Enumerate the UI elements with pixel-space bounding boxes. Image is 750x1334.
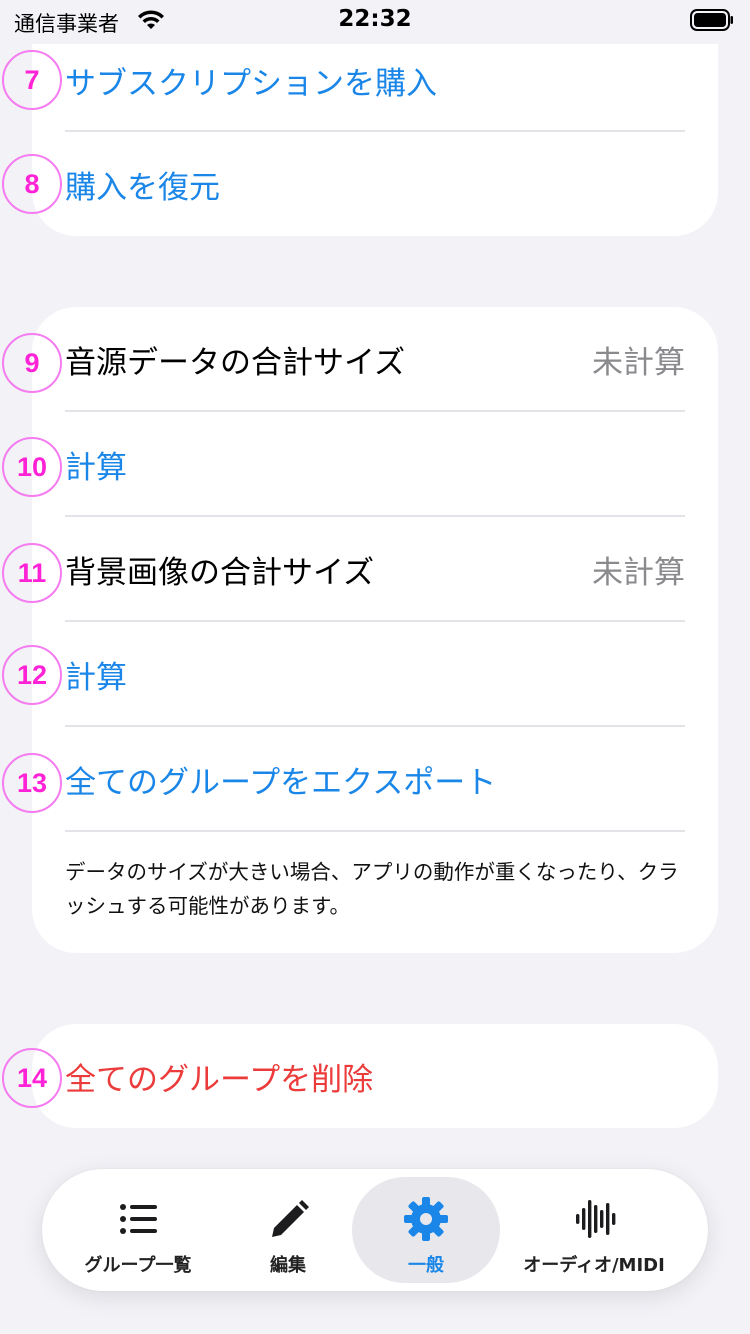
- annotation-badge: 13: [2, 753, 62, 813]
- tab-bar: グループ一覧 編集 一般 オーディオ/MIDI: [42, 1169, 708, 1291]
- background-image-size-value: 未計算: [592, 554, 685, 591]
- purchase-subscription-label: サブスクリプションを購入: [65, 65, 437, 102]
- delete-section: 全てのグループを削除: [32, 1024, 718, 1128]
- data-size-section: 音源データの合計サイズ 未計算 計算 背景画像の合計サイズ 未計算 計算 全ての…: [32, 307, 718, 953]
- waveform-icon: [576, 1200, 616, 1238]
- annotation-badge: 14: [2, 1048, 62, 1108]
- calculate-background-row[interactable]: 計算: [65, 622, 685, 726]
- data-size-note: データのサイズが大きい場合、アプリの動作が重くなったり、クラッシュする可能性があ…: [65, 860, 679, 918]
- tab-general[interactable]: 一般: [352, 1177, 500, 1283]
- export-all-groups-label: 全てのグループをエクスポート: [65, 764, 497, 801]
- audio-data-size-value: 未計算: [592, 344, 685, 381]
- restore-purchase-label: 購入を復元: [65, 169, 220, 206]
- list-icon: [120, 1204, 157, 1234]
- status-time: 22:32: [338, 6, 412, 32]
- annotation-badge: 7: [2, 50, 62, 110]
- battery-icon: [690, 9, 733, 31]
- background-image-size-row: 背景画像の合計サイズ 未計算: [65, 517, 685, 621]
- export-all-groups-row[interactable]: 全てのグループをエクスポート: [65, 727, 685, 831]
- divider: [65, 830, 685, 832]
- annotation-badge: 10: [2, 437, 62, 497]
- delete-all-groups-row[interactable]: 全てのグループを削除: [65, 1024, 685, 1128]
- calculate-audio-label: 計算: [65, 449, 127, 486]
- restore-purchase-row[interactable]: 購入を復元: [65, 132, 685, 236]
- audio-data-size-row: 音源データの合計サイズ 未計算: [65, 307, 685, 411]
- status-bar: 通信事業者 22:32: [0, 0, 750, 44]
- calculate-audio-row[interactable]: 計算: [65, 412, 685, 516]
- delete-all-groups-label: 全てのグループを削除: [65, 1061, 374, 1098]
- audio-data-size-label: 音源データの合計サイズ: [65, 344, 406, 381]
- tab-group-list-label: グループ一覧: [84, 1255, 192, 1276]
- tab-edit[interactable]: 編集: [218, 1177, 358, 1283]
- annotation-badge: 12: [2, 645, 62, 705]
- annotation-badge: 8: [2, 154, 62, 214]
- tab-audio-midi[interactable]: オーディオ/MIDI: [508, 1177, 680, 1283]
- tab-group-list[interactable]: グループ一覧: [64, 1177, 212, 1283]
- pencil-icon: [272, 1200, 309, 1237]
- background-image-size-label: 背景画像の合計サイズ: [65, 554, 375, 591]
- annotation-badge: 9: [2, 333, 62, 393]
- gear-icon: [404, 1197, 448, 1241]
- tab-audio-midi-label: オーディオ/MIDI: [523, 1255, 665, 1276]
- tab-edit-label: 編集: [270, 1255, 306, 1276]
- tab-general-label: 一般: [408, 1255, 444, 1276]
- calculate-background-label: 計算: [65, 659, 127, 696]
- annotation-badge: 11: [2, 543, 62, 603]
